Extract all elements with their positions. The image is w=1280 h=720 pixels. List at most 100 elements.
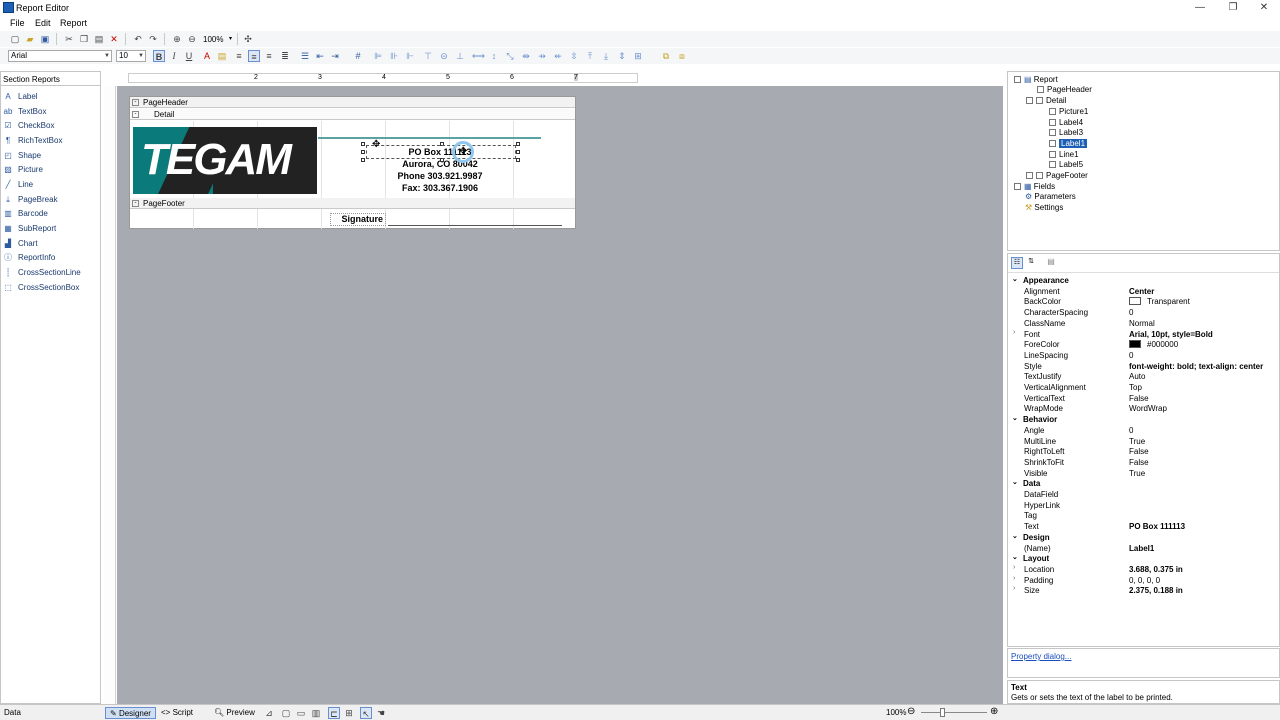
property-value[interactable]: 2.375, 0.188 in: [1129, 586, 1183, 595]
property-row[interactable]: ShrinkToFit False: [1008, 457, 1279, 468]
font-name-combo[interactable]: Arial ▼: [8, 50, 112, 62]
property-value[interactable]: Auto: [1129, 372, 1145, 381]
menu-report[interactable]: Report: [60, 18, 87, 28]
outdent-icon[interactable]: ⇤: [314, 50, 326, 62]
property-row[interactable]: VerticalAlignment Top: [1008, 382, 1279, 393]
zoom-level[interactable]: 100%: [203, 35, 223, 44]
size-to-grid-icon[interactable]: ⊞: [632, 50, 644, 62]
band-page-footer[interactable]: - PageFooter: [130, 198, 575, 209]
grid-icon[interactable]: #: [352, 50, 364, 62]
resize-handle[interactable]: [361, 158, 365, 162]
align-center-icon[interactable]: ≡: [248, 50, 260, 62]
align-left-icon[interactable]: ≡: [233, 50, 245, 62]
zoom-slider-thumb[interactable]: [940, 708, 945, 717]
align-centers-icon[interactable]: ⊪: [388, 50, 400, 62]
resize-handle[interactable]: [361, 142, 365, 146]
property-value[interactable]: 3.688, 0.375 in: [1129, 565, 1183, 574]
property-value[interactable]: False: [1129, 394, 1149, 403]
categorized-icon[interactable]: ☷: [1011, 257, 1023, 269]
grid-toggle-icon[interactable]: ⊞: [343, 707, 355, 719]
property-value[interactable]: Transparent: [1147, 297, 1190, 306]
property-category[interactable]: Data ⌄: [1008, 478, 1279, 490]
property-row[interactable]: DataField: [1008, 489, 1279, 500]
property-pages-icon[interactable]: ▤: [1045, 257, 1057, 269]
zoom-in-icon[interactable]: ⊕: [171, 33, 183, 45]
property-row[interactable]: TextJustify Auto: [1008, 371, 1279, 382]
tree-node-detail[interactable]: Detail: [1026, 96, 1066, 105]
collapse-icon[interactable]: ⌄: [1012, 532, 1018, 540]
line1[interactable]: [318, 137, 541, 139]
bold-button[interactable]: B: [153, 50, 165, 62]
tree-node-settings[interactable]: ⚒ Settings: [1025, 203, 1063, 212]
snap-lines-icon[interactable]: ⊿: [263, 707, 275, 719]
save-icon[interactable]: ▣: [39, 33, 51, 45]
property-row[interactable]: MultiLine True: [1008, 436, 1279, 447]
property-row[interactable]: Visible True: [1008, 468, 1279, 479]
collapse-icon[interactable]: ⌄: [1012, 414, 1018, 422]
vspace-equal-icon[interactable]: ⇳: [568, 50, 580, 62]
vspace-remove-icon[interactable]: ⇕: [616, 50, 628, 62]
pointer-icon[interactable]: ↖: [360, 707, 372, 719]
send-to-back-icon[interactable]: ⧈: [676, 50, 688, 62]
resize-handle[interactable]: [516, 142, 520, 146]
justify-icon[interactable]: ≣: [279, 50, 291, 62]
label4[interactable]: Phone 303.921.9987: [360, 171, 520, 181]
close-button[interactable]: ✕: [1250, 1, 1278, 15]
same-width-icon[interactable]: ⟷: [472, 50, 485, 62]
align-bottoms-icon[interactable]: ⊥: [454, 50, 466, 62]
property-category[interactable]: Layout ⌄: [1008, 553, 1279, 565]
copy-icon[interactable]: ❐: [78, 33, 90, 45]
tab-script[interactable]: <> Script: [157, 707, 197, 719]
redo-icon[interactable]: ↷: [147, 33, 159, 45]
property-value[interactable]: font-weight: bold; text-align: center: [1129, 362, 1263, 371]
band-detail[interactable]: - Detail: [130, 109, 575, 120]
logo-picture[interactable]: TEGAM: [133, 127, 317, 194]
cut-icon[interactable]: ✂: [63, 33, 75, 45]
property-row[interactable]: RightToLeft False: [1008, 446, 1279, 457]
property-category[interactable]: Behavior ⌄: [1008, 414, 1279, 426]
tree-node-label4[interactable]: Label4: [1049, 118, 1083, 127]
align-rights-icon[interactable]: ⊩: [404, 50, 416, 62]
minimize-button[interactable]: —: [1186, 1, 1214, 15]
property-value[interactable]: 0: [1129, 426, 1133, 435]
same-size-icon[interactable]: ⤡: [504, 50, 516, 62]
property-row[interactable]: ForeColor #000000: [1008, 339, 1279, 350]
property-value[interactable]: WordWrap: [1129, 404, 1167, 413]
view-grid-icon[interactable]: ▥: [310, 707, 322, 719]
label5[interactable]: Fax: 303.367.1906: [360, 183, 520, 193]
property-row[interactable]: Padding 0, 0, 0, 0 ›: [1008, 575, 1279, 586]
view-single-icon[interactable]: ▢: [280, 707, 292, 719]
property-row[interactable]: Style font-weight: bold; text-align: cent…: [1008, 361, 1279, 372]
fore-color-icon[interactable]: A: [201, 50, 213, 62]
hspace-inc-icon[interactable]: ⇸: [536, 50, 548, 62]
zoom-out-icon[interactable]: ⊖: [186, 33, 198, 45]
alphabetical-icon[interactable]: ⇅: [1025, 257, 1037, 269]
expand-icon[interactable]: ›: [1013, 564, 1015, 571]
tree-node-picture1[interactable]: Picture1: [1049, 107, 1088, 116]
align-lefts-icon[interactable]: ⊫: [372, 50, 384, 62]
bullets-icon[interactable]: ☰: [299, 50, 311, 62]
tab-designer[interactable]: ✎ Designer: [105, 707, 156, 719]
property-value[interactable]: False: [1129, 458, 1149, 467]
property-value[interactable]: True: [1129, 469, 1145, 478]
menu-edit[interactable]: Edit: [35, 18, 51, 28]
property-row[interactable]: BackColor Transparent: [1008, 296, 1279, 307]
property-row[interactable]: Alignment Center: [1008, 286, 1279, 297]
property-value[interactable]: False: [1129, 447, 1149, 456]
property-row[interactable]: Text PO Box 111113: [1008, 521, 1279, 532]
property-row[interactable]: WrapMode WordWrap: [1008, 403, 1279, 414]
collapse-icon[interactable]: ⌄: [1012, 275, 1018, 283]
new-icon[interactable]: ▢: [9, 33, 21, 45]
underline-button[interactable]: U: [183, 50, 195, 62]
resize-handle[interactable]: [361, 150, 365, 154]
property-row[interactable]: LineSpacing 0: [1008, 350, 1279, 361]
align-middles-icon[interactable]: ⊝: [438, 50, 450, 62]
tree-node-pageheader[interactable]: PageHeader: [1037, 85, 1092, 94]
rulers-icon[interactable]: ⊏: [328, 707, 340, 719]
menu-file[interactable]: File: [10, 18, 25, 28]
font-size-combo[interactable]: 10 ▼: [116, 50, 146, 62]
hspace-dec-icon[interactable]: ⇷: [552, 50, 564, 62]
property-value[interactable]: 0: [1129, 351, 1133, 360]
back-color-icon[interactable]: ▤: [216, 50, 228, 62]
property-category[interactable]: Appearance ⌄: [1008, 275, 1279, 286]
